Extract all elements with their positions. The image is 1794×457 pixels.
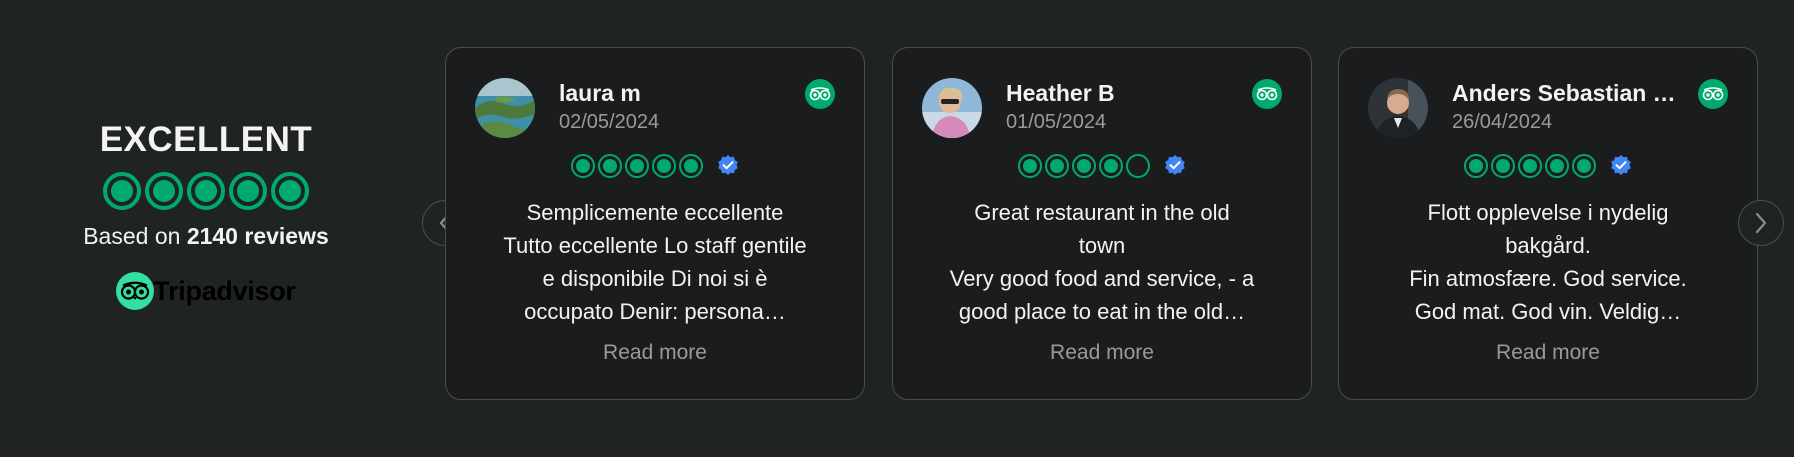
rating-bubble-icon bbox=[1490, 154, 1515, 178]
reviewer-name: Heather B bbox=[1006, 80, 1115, 106]
review-line: God mat. God vin. Veldig… bbox=[1414, 299, 1682, 324]
tripadvisor-owl-icon bbox=[116, 272, 155, 310]
rating-bubble-icon bbox=[103, 172, 141, 210]
review-line: good place to eat in the old… bbox=[958, 299, 1246, 324]
verified-badge-icon bbox=[717, 155, 738, 175]
rating-bubble-icon bbox=[1071, 154, 1096, 178]
rating-bubble-icon bbox=[570, 154, 595, 178]
rating-summary: EXCELLENT Based on 2140 reviews Tripadvi… bbox=[60, 120, 352, 310]
review-date: 01/05/2024 bbox=[1006, 111, 1107, 133]
review-rating bbox=[893, 154, 1311, 178]
rating-bubble-icon bbox=[624, 154, 649, 178]
rating-bubble-empty-icon bbox=[1125, 154, 1150, 178]
review-line: Great restaurant in the old bbox=[974, 200, 1230, 225]
review-count-text: Based on 2140 reviews bbox=[83, 222, 329, 250]
overall-rating-bubbles bbox=[103, 172, 309, 210]
review-line: Semplicemente eccellente bbox=[526, 200, 784, 225]
rating-bubble-icon bbox=[1463, 154, 1488, 178]
review-rating bbox=[446, 154, 864, 178]
rating-bubble-icon bbox=[229, 172, 267, 210]
tripadvisor-logo-text: Tripadvisor bbox=[153, 275, 296, 306]
avatar bbox=[1368, 78, 1428, 138]
rating-bubble-icon bbox=[1017, 154, 1042, 178]
rating-bubble-icon bbox=[678, 154, 703, 178]
review-line: Very good food and service, - a bbox=[949, 266, 1255, 291]
read-more-link[interactable]: Read more bbox=[446, 341, 864, 365]
review-line: Fin atmosfære. God service. bbox=[1409, 266, 1687, 291]
review-text: Flott opplevelse i nydelig bakgård. Fin … bbox=[1361, 196, 1735, 328]
verified-badge-icon bbox=[1164, 155, 1185, 175]
review-rating bbox=[1339, 154, 1757, 178]
review-line: bakgård. bbox=[1505, 233, 1591, 258]
reviews-widget: EXCELLENT Based on 2140 reviews Tripadvi… bbox=[0, 0, 1794, 457]
review-line: occupato Denir: persona… bbox=[524, 299, 786, 324]
review-card: Anders Sebastian … 26/04/2024 Flott oppl… bbox=[1338, 47, 1758, 400]
review-line: town bbox=[1078, 233, 1126, 258]
rating-bubble-icon bbox=[145, 172, 183, 210]
verified-badge-icon bbox=[1610, 155, 1631, 175]
rating-label: EXCELLENT bbox=[99, 120, 313, 159]
review-card: Heather B 01/05/2024 Great restaurant in… bbox=[892, 47, 1312, 400]
rating-bubble-icon bbox=[1544, 154, 1569, 178]
avatar bbox=[475, 78, 535, 138]
rating-bubble-icon bbox=[597, 154, 622, 178]
reviewer-name: laura m bbox=[559, 80, 641, 106]
rating-bubble-icon bbox=[271, 172, 309, 210]
review-date: 26/04/2024 bbox=[1452, 111, 1553, 133]
review-text: Great restaurant in the old town Very go… bbox=[915, 196, 1289, 328]
next-button[interactable] bbox=[1738, 200, 1784, 246]
rating-bubble-icon bbox=[1098, 154, 1123, 178]
rating-bubble-icon bbox=[1517, 154, 1542, 178]
review-text: Semplicemente eccellente Tutto eccellent… bbox=[468, 196, 842, 328]
review-line: e disponibile Di noi si è bbox=[542, 266, 768, 291]
tripadvisor-icon bbox=[805, 79, 835, 109]
review-card: laura m 02/05/2024 Semplicemente eccelle… bbox=[445, 47, 865, 400]
review-count: 2140 reviews bbox=[186, 223, 329, 249]
read-more-link[interactable]: Read more bbox=[1339, 341, 1757, 365]
review-line: Flott opplevelse i nydelig bbox=[1427, 200, 1669, 225]
rating-bubble-icon bbox=[651, 154, 676, 178]
based-on-label: Based on bbox=[83, 223, 181, 249]
rating-bubble-icon bbox=[187, 172, 225, 210]
avatar bbox=[922, 78, 982, 138]
rating-bubble-icon bbox=[1044, 154, 1069, 178]
review-line: Tutto eccellente Lo staff gentile bbox=[503, 233, 807, 258]
review-date: 02/05/2024 bbox=[559, 111, 660, 133]
read-more-link[interactable]: Read more bbox=[893, 341, 1311, 365]
rating-bubble-icon bbox=[1571, 154, 1596, 178]
tripadvisor-logo: Tripadvisor bbox=[116, 272, 296, 310]
tripadvisor-icon bbox=[1698, 79, 1728, 109]
reviewer-name: Anders Sebastian … bbox=[1452, 80, 1676, 106]
tripadvisor-icon bbox=[1252, 79, 1282, 109]
chevron-right-icon bbox=[1755, 212, 1767, 234]
